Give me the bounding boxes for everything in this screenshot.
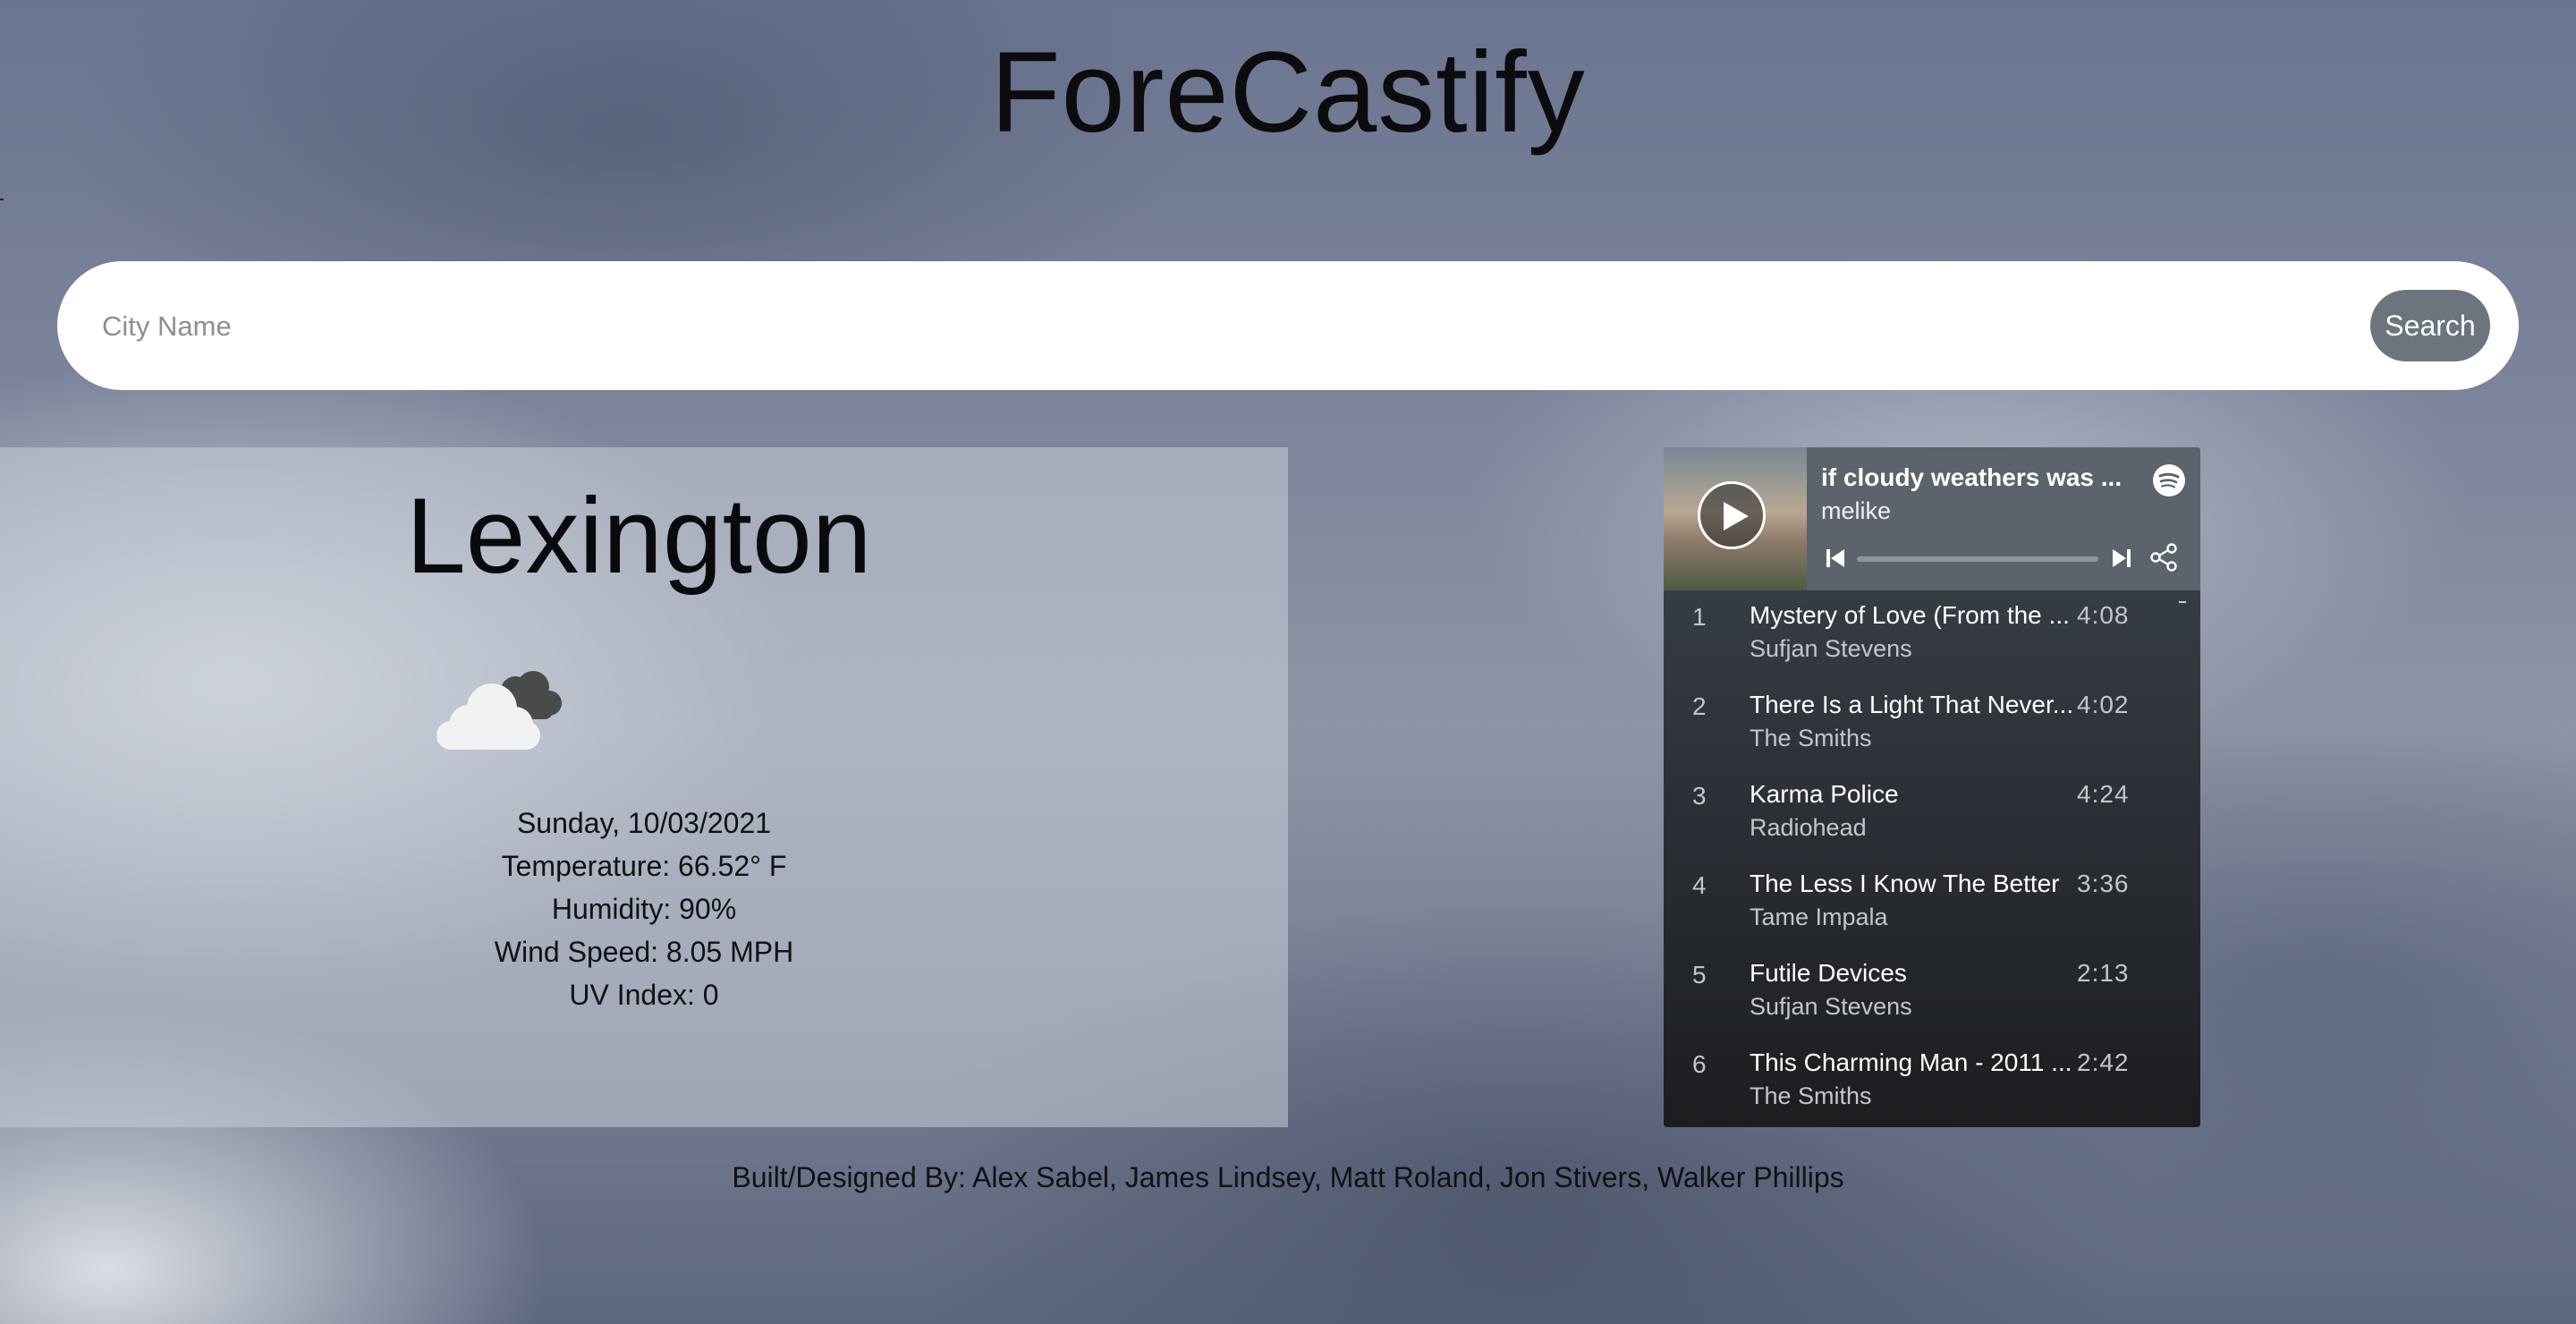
skip-next-icon[interactable]	[2111, 547, 2132, 569]
track-artist: Radiohead	[1750, 814, 1867, 841]
track-row[interactable]: 3 Karma Police Radiohead 4:24	[1664, 769, 2200, 859]
city-name: Lexington	[406, 476, 872, 596]
track-number: 5	[1692, 961, 1707, 989]
footer-credits: Built/Designed By: Alex Sabel, James Lin…	[732, 1161, 1844, 1193]
skip-previous-icon[interactable]	[1825, 547, 1846, 569]
track-name: Karma Police	[1750, 780, 1899, 808]
search-bar: Search	[57, 261, 2519, 392]
weather-humidity: Humidity: 90%	[551, 893, 737, 925]
share-icon[interactable]	[2148, 542, 2179, 573]
track-row[interactable]: 5 Futile Devices Sufjan Stevens 2:13	[1664, 948, 2200, 1038]
playlist-owner[interactable]: melike	[1821, 497, 1891, 525]
weather-card: Lexington Sunday, 10/03/2021 Temperature…	[0, 447, 1288, 1127]
edge-marker	[0, 199, 4, 200]
track-name: The Less I Know The Better	[1750, 870, 2060, 897]
track-artist: Tame Impala	[1750, 904, 1888, 930]
track-name: Mystery of Love (From the ...	[1750, 601, 2070, 629]
track-row[interactable]: 4 The Less I Know The Better Tame Impala 3:…	[1664, 859, 2200, 948]
track-artist: The Smiths	[1750, 1082, 1872, 1109]
spotify-icon[interactable]	[2152, 463, 2186, 497]
play-button[interactable]	[1698, 481, 1766, 549]
track-row[interactable]: 6 This Charming Man - 2011 ... The Smiths 2…	[1664, 1038, 2200, 1127]
track-name: There Is a Light That Never...	[1750, 691, 2074, 718]
track-duration: 2:42	[2077, 1048, 2130, 1076]
player-header: if cloudy weathers was ... melike	[1664, 447, 2200, 590]
track-duration: 4:02	[2077, 691, 2130, 718]
play-icon	[1724, 502, 1749, 530]
weather-wind-speed: Wind Speed: 8.05 MPH	[494, 936, 794, 968]
search-button[interactable]: Search	[2370, 290, 2490, 361]
track-list: 1 Mystery of Love (From the ... Sufjan Ste…	[1664, 590, 2200, 1127]
weather-date: Sunday, 10/03/2021	[516, 807, 772, 839]
track-duration: 4:24	[2077, 780, 2130, 808]
weather-temperature: Temperature: 66.52° F	[501, 850, 787, 882]
spotify-player: if cloudy weathers was ... melike 1 Myste	[1664, 447, 2200, 1127]
track-duration: 4:08	[2077, 601, 2130, 629]
track-number: 2	[1692, 692, 1707, 720]
app-title: ForeCastify	[990, 29, 1586, 157]
weather-details: Sunday, 10/03/2021 Temperature: 66.52° F…	[376, 802, 912, 1016]
weather-uv-index: UV Index: 0	[569, 979, 719, 1011]
track-number: 3	[1692, 782, 1707, 810]
progress-bar[interactable]	[1857, 556, 2098, 562]
track-number: 1	[1692, 603, 1707, 631]
track-artist: The Smiths	[1750, 725, 1872, 751]
city-search-input[interactable]	[100, 261, 2340, 392]
track-name: This Charming Man - 2011 ...	[1750, 1048, 2072, 1076]
track-row[interactable]: 1 Mystery of Love (From the ... Sufjan Ste…	[1664, 590, 2200, 680]
playlist-title[interactable]: if cloudy weathers was ...	[1821, 463, 2143, 492]
track-row[interactable]: 2 There Is a Light That Never... The Smith…	[1664, 680, 2200, 769]
track-number: 6	[1692, 1050, 1707, 1078]
track-name: Futile Devices	[1750, 959, 1907, 987]
track-duration: 3:36	[2077, 870, 2130, 897]
cloudy-icon	[436, 671, 562, 750]
track-artist: Sufjan Stevens	[1750, 635, 1912, 662]
track-artist: Sufjan Stevens	[1750, 993, 1912, 1020]
track-duration: 2:13	[2077, 959, 2130, 987]
track-number: 4	[1692, 871, 1707, 899]
